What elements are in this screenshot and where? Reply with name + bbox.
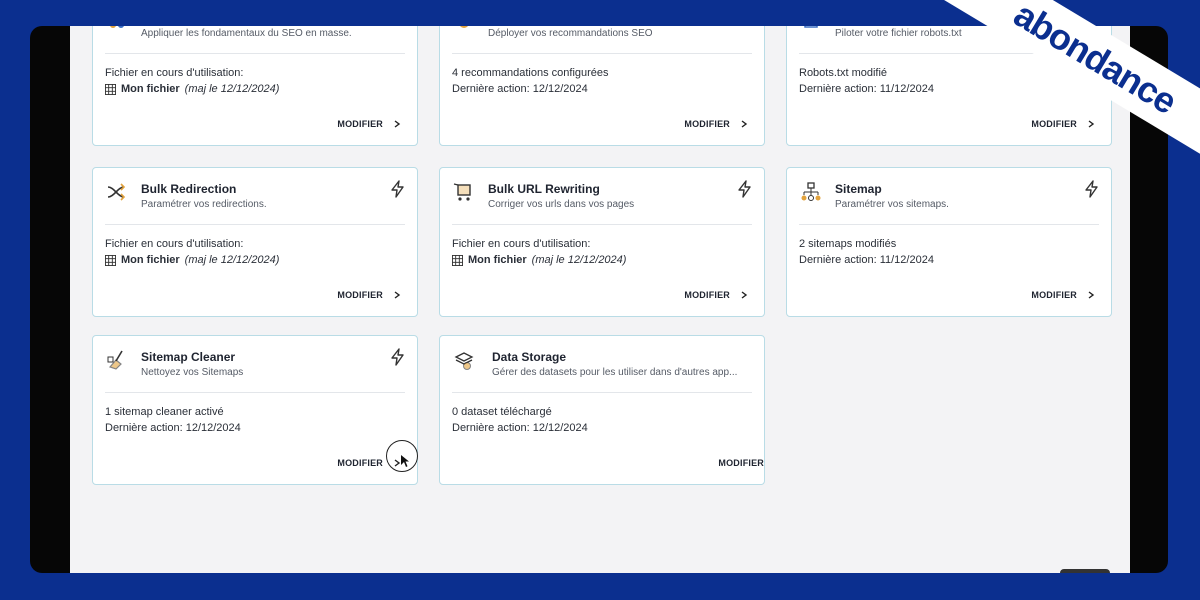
modifier-label: MODIFIER <box>337 119 383 129</box>
card-title: Sitemap <box>835 182 882 196</box>
device-screen: Appliquer les fondamentaux du SEO en mas… <box>30 26 1168 573</box>
card-divider <box>452 53 752 54</box>
module-icon <box>452 26 476 33</box>
file-name[interactable]: Mon fichier <box>121 83 180 95</box>
modifier-label: MODIFIER <box>1031 119 1077 129</box>
cursor-arrow-icon <box>401 455 409 467</box>
card-title: Data Storage <box>492 350 567 364</box>
file-name[interactable]: Mon fichier <box>468 254 527 266</box>
card-divider <box>105 224 405 225</box>
card-bulk-url-rewriting: Bulk URL Rewriting Corriger vos urls dan… <box>439 167 765 317</box>
scroll-handle[interactable] <box>1060 569 1110 573</box>
chevron-right-icon <box>1088 291 1095 299</box>
card-subtitle: Déployer vos recommandations SEO <box>488 28 653 39</box>
card-status: Fichier en cours d'utilisation: <box>452 238 591 250</box>
table-grid-icon <box>105 83 116 95</box>
lightning-icon[interactable] <box>389 180 407 198</box>
chevron-right-icon <box>394 120 401 128</box>
chevron-right-icon <box>741 291 748 299</box>
shuffle-icon <box>105 180 129 204</box>
card-last-action: Dernière action: 12/12/2024 <box>452 422 588 434</box>
card-divider <box>452 392 752 393</box>
card-title: Bulk URL Rewriting <box>488 182 600 196</box>
card-last-action: Dernière action: 12/12/2024 <box>105 422 241 434</box>
card-bulk-redirection: Bulk Redirection Paramétrer vos redirect… <box>92 167 418 317</box>
modifier-label: MODIFIER <box>684 119 730 129</box>
modifier-button[interactable]: MODIFIER <box>684 119 748 129</box>
file-meta: (maj le 12/12/2024) <box>184 83 280 95</box>
cart-icon <box>452 180 476 204</box>
card-subtitle: Gérer des datasets pour les utiliser dan… <box>492 367 738 378</box>
modifier-button[interactable]: MODIFIER <box>684 290 748 300</box>
card-last-action: Dernière action: 11/12/2024 <box>799 254 934 266</box>
card-status: 1 sitemap cleaner activé <box>105 406 224 418</box>
card-file: Mon fichier (maj le 12/12/2024) <box>452 254 626 266</box>
card-status: 0 dataset téléchargé <box>452 406 552 418</box>
card-status: 4 recommandations configurées <box>452 67 609 79</box>
modifier-label: MODIFIER <box>1031 290 1077 300</box>
broom-icon <box>105 348 129 372</box>
card-status: 2 sitemaps modifiés <box>799 238 897 250</box>
card-last-action: Dernière action: 12/12/2024 <box>452 83 588 95</box>
file-name[interactable]: Mon fichier <box>121 254 180 266</box>
card-status: Fichier en cours d'utilisation: <box>105 67 244 79</box>
card-top-2: Déployer vos recommandations SEO 4 recom… <box>439 26 765 146</box>
module-icon <box>799 26 823 33</box>
modifier-label: MODIFIER <box>337 458 383 468</box>
table-grid-icon <box>452 254 463 266</box>
database-icon <box>452 348 476 372</box>
file-meta: (maj le 12/12/2024) <box>184 254 280 266</box>
card-sitemap: Sitemap Paramétrer vos sitemaps. 2 sitem… <box>786 167 1112 317</box>
table-grid-icon <box>105 254 116 266</box>
modifier-label: MODIFIER <box>684 290 730 300</box>
chevron-right-icon <box>1088 120 1095 128</box>
module-icon <box>105 26 129 33</box>
app-page: Appliquer les fondamentaux du SEO en mas… <box>70 26 1130 573</box>
chevron-right-icon <box>394 291 401 299</box>
card-file: Mon fichier (maj le 12/12/2024) <box>105 83 279 95</box>
lightning-icon[interactable] <box>389 348 407 366</box>
card-file: Mon fichier (maj le 12/12/2024) <box>105 254 279 266</box>
modifier-button[interactable]: MODIFIER <box>1031 119 1095 129</box>
chevron-right-icon <box>741 120 748 128</box>
modifier-button[interactable]: MODIFIER <box>337 119 401 129</box>
modifier-label: MODIFIER <box>337 290 383 300</box>
lightning-icon[interactable] <box>1083 180 1101 198</box>
modifier-button[interactable]: MODIFIER <box>718 458 764 468</box>
card-divider <box>799 224 1099 225</box>
card-divider <box>105 53 405 54</box>
card-top-1: Appliquer les fondamentaux du SEO en mas… <box>92 26 418 146</box>
card-divider <box>105 392 405 393</box>
file-meta: (maj le 12/12/2024) <box>531 254 627 266</box>
card-status: Fichier en cours d'utilisation: <box>105 238 244 250</box>
modifier-label: MODIFIER <box>718 458 764 468</box>
card-divider <box>452 224 752 225</box>
sitemap-icon <box>799 180 823 204</box>
lightning-icon[interactable] <box>736 180 754 198</box>
modifier-button[interactable]: MODIFIER <box>337 290 401 300</box>
modifier-button[interactable]: MODIFIER <box>1031 290 1095 300</box>
card-subtitle: Corriger vos urls dans vos pages <box>488 199 635 210</box>
card-subtitle: Appliquer les fondamentaux du SEO en mas… <box>141 28 352 39</box>
card-sitemap-cleaner: Sitemap Cleaner Nettoyez vos Sitemaps 1 … <box>92 335 418 485</box>
card-last-action: Dernière action: 11/12/2024 <box>799 83 934 95</box>
card-title: Bulk Redirection <box>141 182 237 196</box>
card-data-storage: Data Storage Gérer des datasets pour les… <box>439 335 765 485</box>
card-title: Sitemap Cleaner <box>141 350 236 364</box>
card-subtitle: Nettoyez vos Sitemaps <box>141 367 244 378</box>
card-subtitle: Paramétrer vos redirections. <box>141 199 267 210</box>
card-status: Robots.txt modifié <box>799 67 888 79</box>
card-subtitle: Paramétrer vos sitemaps. <box>835 199 949 210</box>
